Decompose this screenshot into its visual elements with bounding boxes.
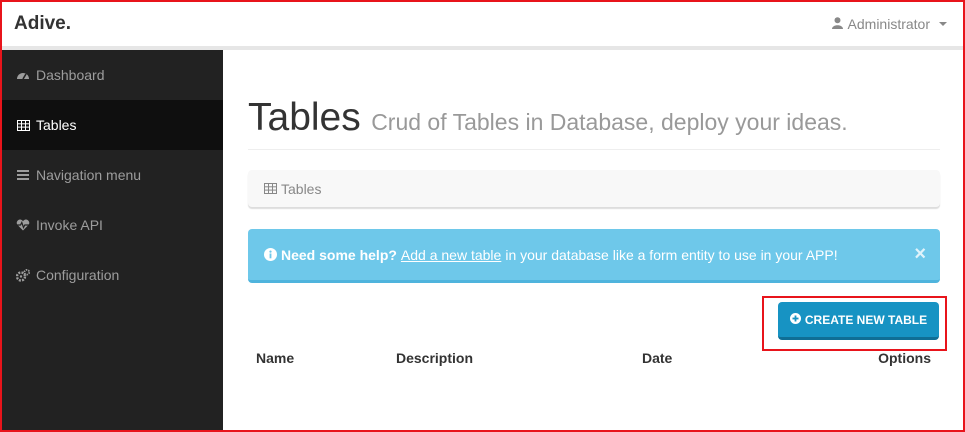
alert-text: in your database like a form entity to u…	[505, 246, 838, 263]
page-subtitle: Crud of Tables in Database, deploy your …	[371, 109, 848, 135]
create-table-label: CREATE NEW TABLE	[804, 312, 928, 327]
user-menu[interactable]: Administrator	[831, 16, 947, 32]
sidebar-item-navigation-menu[interactable]: Navigation menu	[2, 150, 223, 200]
sidebar-item-label: Tables	[36, 117, 77, 133]
info-icon	[264, 248, 277, 261]
page-title: Tables	[248, 96, 361, 139]
sidebar-item-tables[interactable]: Tables	[2, 100, 223, 150]
sidebar-item-dashboard[interactable]: Dashboard	[2, 50, 223, 100]
sidebar-item-label: Dashboard	[36, 67, 105, 83]
user-name: Administrator	[847, 16, 930, 32]
close-icon[interactable]: ×	[914, 243, 926, 266]
add-table-link[interactable]: Add a new table	[401, 247, 501, 263]
column-header-name[interactable]: Name	[256, 350, 294, 366]
cogs-icon	[16, 268, 30, 282]
plus-circle-icon	[789, 312, 801, 327]
alert-title: Need some help?	[281, 246, 397, 263]
sidebar-item-configuration[interactable]: Configuration	[2, 250, 223, 300]
table-header: Name Description Date Options	[248, 350, 940, 368]
create-table-button[interactable]: CREATE NEW TABLE	[778, 302, 939, 340]
column-header-options[interactable]: Options	[878, 350, 931, 366]
sidebar-item-invoke-api[interactable]: Invoke API	[2, 200, 223, 250]
breadcrumb-item[interactable]: Tables	[281, 181, 321, 197]
sidebar-item-label: Configuration	[36, 267, 120, 283]
table-icon	[264, 183, 277, 194]
table-icon	[16, 118, 30, 132]
help-alert: Need some help? Add a new table in your …	[248, 229, 940, 283]
sidebar-item-label: Invoke API	[36, 217, 103, 233]
breadcrumb: Tables	[248, 170, 940, 207]
heartbeat-icon	[16, 218, 30, 232]
sidebar-item-label: Navigation menu	[36, 167, 142, 183]
top-navbar: Adive. Administrator	[0, 0, 965, 50]
brand-logo[interactable]: Adive.	[14, 13, 71, 35]
user-icon	[831, 16, 843, 32]
bars-icon	[16, 168, 30, 182]
sidebar: Dashboard Tables Navigation menu Invoke …	[2, 50, 223, 430]
column-header-description[interactable]: Description	[396, 350, 473, 366]
main-content: Tables Crud of Tables in Database, deplo…	[223, 54, 963, 430]
column-header-date[interactable]: Date	[642, 350, 672, 366]
chevron-down-icon	[939, 22, 947, 26]
page-header: Tables Crud of Tables in Database, deplo…	[248, 96, 940, 150]
dashboard-icon	[16, 68, 30, 82]
